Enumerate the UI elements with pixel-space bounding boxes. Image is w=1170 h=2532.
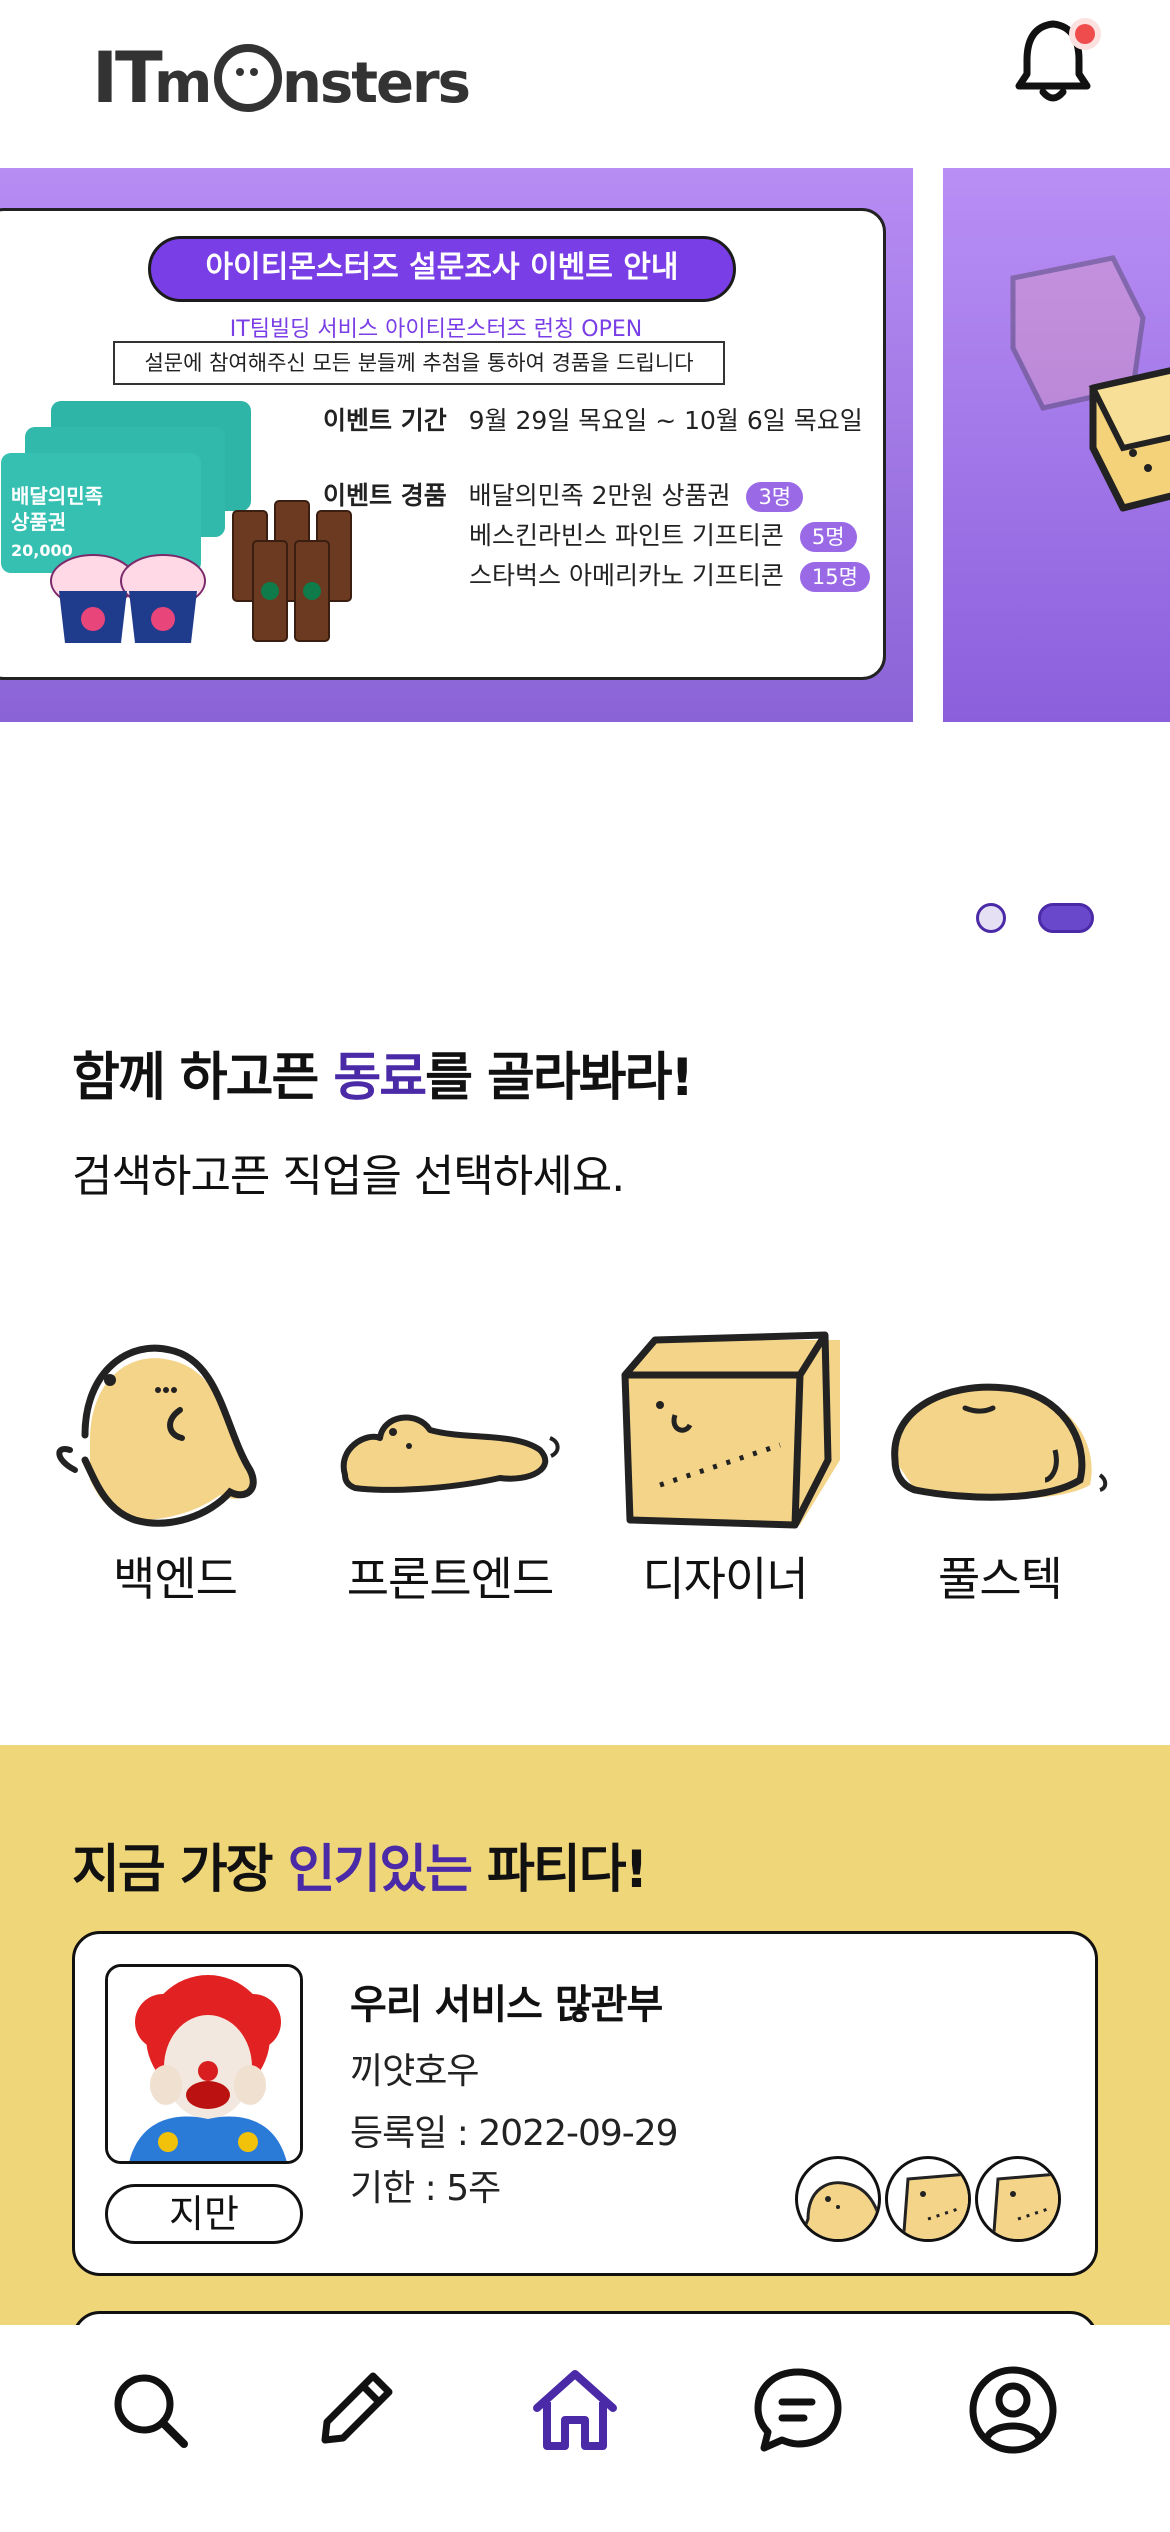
pager-dot-1[interactable] (976, 903, 1006, 933)
frontend-monster-icon (340, 1414, 560, 1493)
party-deadline: 기한 : 5주 (350, 2168, 501, 2209)
event-period-row: 이벤트 기간 9월 29일 목요일 ~ 10월 6일 목요일 (323, 401, 863, 437)
event-banner-carousel[interactable]: 아이티몬스터즈 설문조사 이벤트 안내 IT팀빌딩 서비스 아이티몬스터즈 런칭… (0, 168, 1170, 722)
jobs-section-subtitle: 검색하고픈 직업을 선택하세요. (72, 1151, 625, 1202)
job-option-backend[interactable]: 백엔드 (50, 1320, 300, 1680)
title-accent: 인기있는 (287, 1840, 473, 1900)
app-header: IT m nsters (0, 0, 1170, 165)
search-icon[interactable] (100, 2360, 200, 2460)
popular-parties-section: 지금 가장 인기있는 파티다! 지만 우리 서비스 많관부 끼얏호우 등록일 :… (0, 1745, 1170, 2371)
svg-text:nsters: nsters (282, 51, 469, 116)
svg-text:m: m (154, 51, 210, 116)
party-author-nickname[interactable]: 지만 (105, 2184, 303, 2244)
prize-name: 베스킨라빈스 파인트 기프티콘 (469, 521, 784, 550)
job-option-frontend[interactable]: 프론트엔드 (325, 1320, 575, 1680)
notification-dot (1075, 24, 1095, 44)
job-option-designer[interactable]: 디자이너 (600, 1320, 850, 1680)
pencil-icon[interactable] (305, 2360, 405, 2460)
profile-icon[interactable] (963, 2360, 1063, 2460)
cube-monster-illustration (1010, 255, 1170, 512)
job-label: 백엔드 (113, 1552, 238, 1606)
designer-monster-icon (621, 1331, 840, 1529)
event-prize-row-3: 스타벅스 아메리카노 기프티콘 15명 (469, 556, 870, 592)
job-label: 프론트엔드 (346, 1552, 555, 1606)
banner-title: 아이티몬스터즈 설문조사 이벤트 안내 (148, 236, 736, 302)
party-member-avatar (795, 2156, 881, 2242)
banner-slide-next[interactable] (943, 168, 1170, 722)
prize-count-badge: 3명 (746, 482, 804, 512)
pager-dot-2-active[interactable] (1038, 903, 1094, 933)
jobs-section-title: 함께 하고픈 동료를 골라봐라! (72, 1048, 694, 1108)
party-card[interactable]: 지만 우리 서비스 많관부 끼얏호우 등록일 : 2022-09-29 기한 :… (72, 1931, 1098, 2276)
party-registered-date: 등록일 : 2022-09-29 (350, 2113, 679, 2154)
party-member-avatar (885, 2156, 971, 2242)
bottom-navigation (0, 2325, 1170, 2532)
banner-card: 아이티몬스터즈 설문조사 이벤트 안내 IT팀빌딩 서비스 아이티몬스터즈 런칭… (0, 208, 886, 680)
banner-subtitle: IT팀빌딩 서비스 아이티몬스터즈 런칭 OPEN (229, 317, 643, 342)
party-member-avatar (975, 2156, 1061, 2242)
job-option-fullstack[interactable]: 풀스텍 (875, 1320, 1125, 1680)
prize-illustration: 배달의민족 상품권 20,000 (0, 391, 352, 661)
prize-count-badge: 15명 (799, 562, 870, 592)
notification-bell-icon[interactable] (1005, 12, 1115, 112)
gift-card-amount: 20,000 (11, 541, 73, 560)
job-label: 풀스텍 (938, 1552, 1063, 1606)
event-period-value: 9월 29일 목요일 ~ 10월 6일 목요일 (468, 406, 863, 435)
prize-name: 스타벅스 아메리카노 기프티콘 (469, 561, 784, 590)
itmonsters-logo[interactable]: IT m nsters (92, 30, 512, 120)
event-prize-row-2: 베스킨라빈스 파인트 기프티콘 5명 (469, 516, 857, 552)
gift-card-label: 배달의민족 상품권 (11, 484, 103, 534)
job-label: 디자이너 (642, 1552, 808, 1606)
banner-slide-current[interactable]: 아이티몬스터즈 설문조사 이벤트 안내 IT팀빌딩 서비스 아이티몬스터즈 런칭… (0, 168, 913, 722)
logo-graphic: IT m nsters (92, 37, 471, 119)
prize-name: 배달의민족 2만원 상품권 (468, 481, 731, 510)
svg-text:IT: IT (92, 37, 163, 119)
fullstack-monster-icon (891, 1383, 1108, 1501)
banner-notice: 설문에 참여해주신 모든 분들께 추첨을 통하여 경품을 드립니다 (113, 341, 725, 385)
popular-section-title: 지금 가장 인기있는 파티다! (72, 1840, 648, 1900)
party-author-avatar (105, 1964, 303, 2164)
party-title: 우리 서비스 많관부 (350, 1982, 663, 2028)
prize-count-badge: 5명 (799, 522, 857, 552)
home-icon[interactable] (525, 2360, 625, 2460)
title-accent: 동료 (333, 1048, 427, 1108)
party-author-name: 끼얏호우 (350, 2051, 479, 2092)
backend-monster-icon (56, 1344, 257, 1527)
chat-icon[interactable] (748, 2360, 848, 2460)
